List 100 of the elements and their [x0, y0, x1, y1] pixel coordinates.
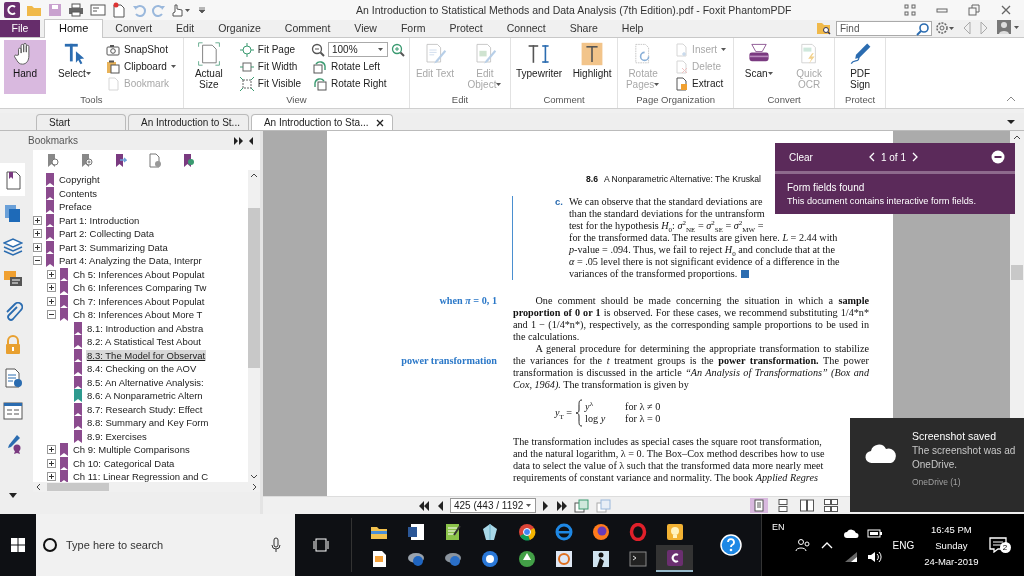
- input-language[interactable]: EN: [772, 522, 785, 532]
- close-icon[interactable]: [376, 118, 385, 127]
- ribbon-button[interactable]: Fit Width: [237, 59, 303, 74]
- app-tile-icon[interactable]: [665, 548, 684, 567]
- document-tab[interactable]: An Introduction to St...: [128, 114, 249, 130]
- ribbon-button[interactable]: Fit Visible: [237, 76, 303, 91]
- page-number-field[interactable]: 425 (443 / 1192: [450, 498, 537, 513]
- bookmark-item[interactable]: Part 4: Analyzing the Data, Interpr: [58, 255, 203, 267]
- start-icon[interactable]: [11, 538, 25, 552]
- continuous-pages-icon[interactable]: [776, 499, 790, 512]
- expand-toggle-icon[interactable]: [47, 296, 56, 306]
- bookmark-add-icon[interactable]: [79, 152, 93, 168]
- bookmark-item[interactable]: 8.9: Exercises: [86, 430, 148, 442]
- bookmark-item[interactable]: 8.1: Introduction and Abstra: [86, 322, 205, 334]
- file-menu[interactable]: File: [0, 20, 40, 37]
- bookmark-item[interactable]: Ch 6: Inferences Comparing Tw: [72, 282, 208, 294]
- bookmark-item[interactable]: Ch 11: Linear Regression and C: [72, 471, 209, 482]
- expand-toggle-icon[interactable]: [33, 229, 42, 239]
- first-page-icon[interactable]: [418, 499, 430, 512]
- restore-icon[interactable]: [968, 4, 980, 16]
- folder-search-icon[interactable]: [816, 21, 832, 35]
- collapse-panel-icon[interactable]: [248, 136, 254, 145]
- ribbon-button[interactable]: Rotate Left: [311, 59, 405, 74]
- bookmark-item[interactable]: Ch 8: Inferences About More T: [72, 309, 204, 321]
- menu-tab[interactable]: View: [342, 20, 389, 37]
- scroll-thumb[interactable]: [248, 208, 260, 368]
- find-field[interactable]: Find: [836, 21, 932, 36]
- bookmark-item[interactable]: 8.2: A Statistical Test About: [86, 336, 202, 348]
- bookmark-item[interactable]: 8.8: Summary and Key Form: [86, 417, 210, 429]
- last-page-icon[interactable]: [556, 499, 569, 512]
- new-document-icon[interactable]: [112, 2, 126, 18]
- circle-icon[interactable]: [480, 549, 499, 568]
- bookmark-item[interactable]: 8.5: An Alternative Analysis:: [86, 376, 205, 388]
- bookmark-remove-icon[interactable]: [181, 152, 195, 168]
- facing-pages-icon[interactable]: [800, 499, 814, 512]
- expand-toggle-icon[interactable]: [47, 283, 56, 293]
- battery-icon[interactable]: [866, 527, 883, 539]
- menu-tab[interactable]: Comment: [272, 20, 343, 37]
- menu-tab[interactable]: Help: [609, 20, 656, 37]
- bookmark-item[interactable]: Contents: [58, 187, 99, 199]
- ribbon-button[interactable]: Highlight: [571, 40, 614, 94]
- bookmark-item[interactable]: Ch 5: Inferences About Populat: [72, 268, 206, 280]
- bookmark-item[interactable]: 8.3: The Model for Observat: [86, 349, 207, 361]
- expand-toggle-icon[interactable]: [47, 269, 56, 279]
- document-tab[interactable]: An Introduction to Sta...: [250, 114, 394, 130]
- layers-icon[interactable]: [2, 235, 23, 256]
- ribbon-button[interactable]: Hand: [4, 40, 46, 94]
- expand-panel-icon[interactable]: [234, 136, 244, 145]
- zoom-out-icon[interactable]: [311, 42, 325, 57]
- circle-icon[interactable]: [517, 549, 536, 568]
- people-icon[interactable]: [794, 538, 811, 552]
- menu-tab[interactable]: Share: [557, 20, 610, 37]
- ribbon-button[interactable]: Fit Page: [237, 42, 303, 57]
- bookmark-item[interactable]: 8.7: Research Study: Effect: [86, 403, 204, 415]
- crystal-icon[interactable]: [480, 522, 499, 541]
- terminal-icon[interactable]: [628, 549, 647, 568]
- collapse-toggle-icon[interactable]: [47, 310, 56, 320]
- speaker-icon[interactable]: [866, 551, 883, 563]
- settings-icon[interactable]: [935, 21, 955, 35]
- customize-caret-icon[interactable]: [198, 5, 206, 15]
- single-page-icon[interactable]: [752, 499, 766, 512]
- form-icon[interactable]: [2, 400, 23, 421]
- zoom-dropdown[interactable]: 100%: [328, 42, 388, 57]
- ribbon-button[interactable]: Typewriter: [515, 40, 564, 94]
- ring-icon[interactable]: [628, 522, 647, 541]
- caret-icon[interactable]: [8, 493, 17, 498]
- document-icon[interactable]: [406, 522, 425, 541]
- page-add-icon[interactable]: [147, 152, 161, 168]
- bookmark-item[interactable]: Ch 7: Inferences About Populat: [72, 295, 206, 307]
- scroll-thumb[interactable]: [1011, 265, 1023, 280]
- ribbon-button[interactable]: PDF Sign: [839, 40, 882, 94]
- cloud-icon[interactable]: [842, 527, 859, 539]
- globe-icon[interactable]: [517, 522, 536, 541]
- grid-icon[interactable]: [904, 4, 916, 16]
- menu-tab[interactable]: Home: [44, 19, 104, 38]
- ribbon-button[interactable]: Select: [54, 40, 96, 94]
- ribbon-button[interactable]: Actual Size: [187, 40, 230, 94]
- search-icon[interactable]: [916, 21, 930, 36]
- zoom-in-icon[interactable]: [391, 42, 405, 57]
- menu-tab[interactable]: Connect: [494, 20, 558, 37]
- ribbon-button[interactable]: Scan: [738, 40, 781, 94]
- notepad-icon[interactable]: [443, 522, 462, 541]
- previous-view-icon[interactable]: [574, 498, 591, 513]
- ribbon-button[interactable]: Rotate Right: [311, 76, 405, 91]
- expand-toggle-icon[interactable]: [47, 472, 56, 482]
- search-field[interactable]: Type here to search: [36, 514, 295, 576]
- printer-icon[interactable]: [68, 3, 84, 17]
- bookmark-item[interactable]: 8.4: Checking on the AOV: [86, 363, 198, 375]
- bookmark-arrow-icon[interactable]: [113, 152, 127, 168]
- document-tab[interactable]: Start: [36, 114, 126, 130]
- previous-page-icon[interactable]: [436, 499, 444, 512]
- ribbon-button[interactable]: Clipboard: [104, 59, 179, 74]
- menu-tab[interactable]: Organize: [206, 20, 273, 37]
- bookmark-item[interactable]: Part 3: Summarizing Data: [58, 241, 169, 253]
- menu-tab[interactable]: Edit: [164, 20, 207, 37]
- language-indicator[interactable]: ENG: [892, 539, 915, 551]
- envelope-icon[interactable]: [90, 4, 106, 16]
- bookmark-item[interactable]: Part 2: Collecting Data: [58, 228, 156, 240]
- comment-icon[interactable]: [2, 268, 23, 289]
- next-page-icon[interactable]: [542, 499, 551, 512]
